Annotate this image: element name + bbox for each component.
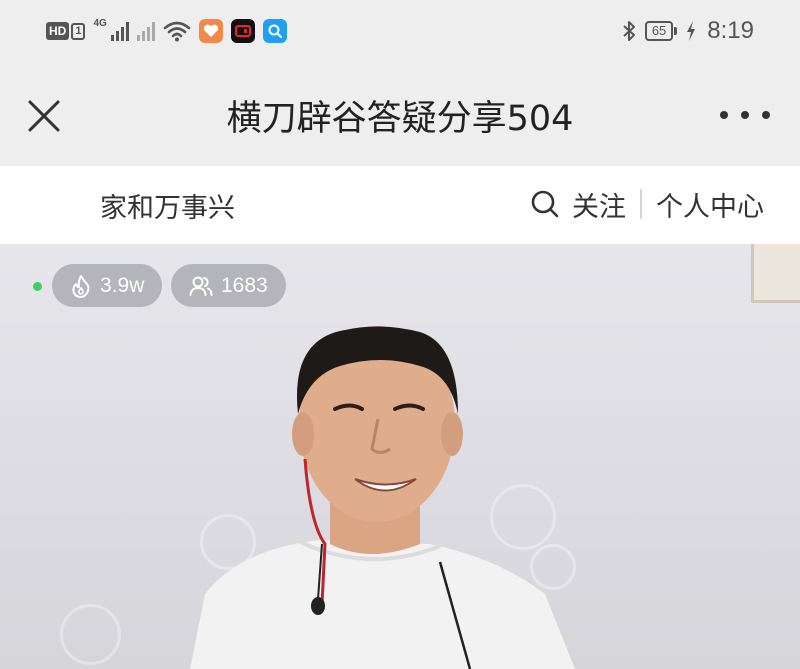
presenter-image (190, 326, 575, 669)
search-button[interactable] (528, 187, 562, 221)
heat-badge: 3.9w (52, 264, 163, 307)
charging-icon (687, 21, 696, 41)
channel-info-bar: 家和万事兴 关注 个人中心 (0, 166, 800, 244)
more-options-button[interactable] (720, 100, 770, 130)
search-icon (531, 190, 559, 218)
divider (640, 189, 642, 219)
viewer-count-badge: 1683 (171, 264, 286, 307)
page-title: 横刀辟谷答疑分享504 (226, 99, 574, 139)
no-signal-icon (136, 21, 155, 41)
flame-icon (72, 274, 90, 298)
hd-badge: HD 1 (46, 22, 86, 40)
sim-label: 1 (71, 22, 86, 40)
more-icon (720, 111, 728, 119)
status-right-group: 65 8:19 (621, 16, 754, 46)
status-bar: HD 1 4G 65 8:19 (0, 0, 800, 62)
search-app-icon (262, 19, 287, 43)
nav-bar: 横刀辟谷答疑分享504 (0, 62, 800, 166)
follow-button[interactable]: 关注 (572, 185, 626, 224)
viewer-count: 1683 (221, 273, 268, 297)
health-app-icon (198, 19, 223, 43)
battery-indicator: 65 (644, 21, 678, 41)
battery-level: 65 (644, 21, 674, 41)
live-status-dot (33, 282, 42, 291)
clock-time: 8:19 (707, 17, 754, 44)
personal-center-button[interactable]: 个人中心 (656, 185, 764, 224)
live-video-player[interactable]: 3.9w 1683 (0, 244, 800, 669)
wifi-icon (163, 21, 191, 42)
close-button[interactable] (22, 94, 66, 138)
heat-value: 3.9w (100, 273, 145, 297)
network-label: 4G (93, 17, 107, 29)
status-left-group: HD 1 4G (46, 16, 287, 46)
users-icon (189, 276, 213, 296)
hd-label: HD (46, 22, 70, 40)
info-actions: 关注 个人中心 (528, 184, 764, 224)
signal-bars-icon (110, 21, 129, 41)
channel-name[interactable]: 家和万事兴 (100, 186, 235, 225)
close-icon (28, 100, 60, 132)
bluetooth-icon (623, 21, 635, 41)
video-app-icon (230, 19, 255, 43)
battery-tip (674, 27, 678, 35)
